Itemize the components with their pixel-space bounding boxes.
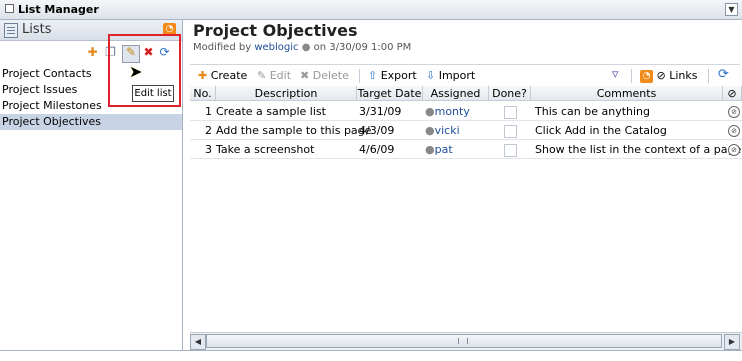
modified-prefix: Modified by <box>193 42 252 53</box>
divider <box>359 69 360 83</box>
column-header[interactable]: No. <box>190 86 216 101</box>
cell-description: Create a sample list <box>216 102 357 121</box>
link-icon[interactable]: ⊘ <box>728 106 740 118</box>
column-header[interactable]: Done? <box>489 86 531 101</box>
cell-no: 3 <box>190 140 216 159</box>
cell-assigned: ●vicki <box>423 121 489 140</box>
links-button[interactable]: ◔ ⊘ Links <box>640 69 697 83</box>
column-header[interactable]: Description <box>216 86 357 101</box>
divider <box>0 350 742 351</box>
assigned-link[interactable]: pat <box>435 143 453 156</box>
link-icon[interactable]: ⊘ <box>728 125 740 137</box>
link-icon[interactable]: ⊘ <box>728 144 740 156</box>
cell-target-date: 4/6/09 <box>357 140 423 159</box>
modified-user-link[interactable]: weblogic <box>254 42 298 53</box>
page-title: Project Objectives <box>193 21 358 40</box>
cursor-icon: ➤ <box>129 62 143 81</box>
rss-icon: ◔ <box>640 69 653 83</box>
refresh-icon[interactable]: ⟳ <box>718 67 729 82</box>
chevron-down-icon[interactable]: ▼ <box>725 3 738 16</box>
create-button[interactable]: ✚ Create <box>198 69 247 82</box>
toolbar: ✚ Create ✎ Edit ✖ Delete ⇧ Export ⇩ Impo… <box>190 64 740 87</box>
table-row[interactable]: 3 Take a screenshot 4/6/09 ●pat Show the… <box>190 140 742 159</box>
scroll-right-icon[interactable]: ▶ <box>724 334 740 350</box>
cell-description: Add the sample to this page <box>216 121 371 140</box>
export-label: Export <box>380 69 417 82</box>
portlet-title: List Manager <box>18 3 99 16</box>
export-button[interactable]: ⇧ Export <box>368 69 417 82</box>
import-button[interactable]: ⇩ Import <box>426 69 475 82</box>
link-icon: ⊘ <box>727 87 737 100</box>
cell-comments: This can be anything <box>531 102 723 121</box>
person-icon: ● <box>425 105 435 118</box>
cell-assigned: ●monty <box>423 102 489 121</box>
portlet-icon <box>5 4 14 13</box>
done-checkbox[interactable] <box>504 125 517 138</box>
horizontal-scrollbar[interactable]: ◀ ▶ <box>190 332 742 350</box>
scrollbar-thumb[interactable] <box>206 334 722 348</box>
person-icon: ● <box>425 124 435 137</box>
cell-no: 1 <box>190 102 216 121</box>
cell-comments: Show the list in the context of a page <box>531 140 741 159</box>
cell-comments: Click Add in the Catalog <box>531 121 723 140</box>
list-item-project-objectives[interactable]: Project Objectives <box>0 114 182 130</box>
divider <box>631 69 632 83</box>
delete-label: Delete <box>312 69 349 82</box>
edit-button[interactable]: ✎ Edit <box>257 69 291 82</box>
create-icon: ✚ <box>198 69 208 82</box>
assigned-link[interactable]: monty <box>435 105 470 118</box>
filter-icon[interactable]: ▿ <box>612 67 619 82</box>
cell-done <box>489 140 531 159</box>
column-header[interactable]: Comments <box>531 86 723 101</box>
column-header[interactable]: Assigned <box>423 86 489 101</box>
column-header[interactable]: Target Date <box>357 86 423 101</box>
tooltip: Edit list <box>132 85 174 102</box>
add-list-icon[interactable]: ✚ <box>86 46 99 59</box>
data-table: No. Description Target Date Assigned Don… <box>190 86 742 332</box>
pencil-icon: ✎ <box>257 69 267 82</box>
assigned-link[interactable]: vicki <box>435 124 460 137</box>
cell-link: ⊘ <box>723 102 742 121</box>
cell-no: 2 <box>190 121 216 140</box>
modified-info: Modified by weblogic ● on 3/30/09 1:00 P… <box>193 42 411 53</box>
divider <box>708 69 709 83</box>
list-icon <box>4 23 18 38</box>
cell-done <box>489 102 531 121</box>
lists-title: Lists <box>22 22 52 37</box>
edit-label: Edit <box>269 69 292 82</box>
cell-target-date: 4/3/09 <box>357 121 423 140</box>
cell-target-date: 3/31/09 <box>357 102 423 121</box>
scroll-left-icon[interactable]: ◀ <box>190 334 206 350</box>
cell-done <box>489 121 531 140</box>
cell-link: ⊘ <box>723 121 742 140</box>
delete-icon: ✖ <box>300 69 310 82</box>
done-checkbox[interactable] <box>504 106 517 119</box>
modified-date: on 3/30/09 1:00 PM <box>313 42 412 53</box>
person-icon: ● <box>301 42 311 53</box>
person-icon: ● <box>425 143 435 156</box>
table-row[interactable]: 1 Create a sample list 3/31/09 ●monty Th… <box>190 102 742 121</box>
delete-button[interactable]: ✖ Delete <box>300 69 349 82</box>
table-row[interactable]: 2 Add the sample to this page 4/3/09 ●vi… <box>190 121 742 140</box>
cell-description: Take a screenshot <box>216 140 357 159</box>
import-icon: ⇩ <box>426 69 436 82</box>
cell-link: ⊘ <box>723 140 742 159</box>
import-label: Import <box>438 69 476 82</box>
create-label: Create <box>210 69 248 82</box>
portlet-titlebar: List Manager ▼ <box>0 0 742 20</box>
export-icon: ⇧ <box>368 69 378 82</box>
link-column-header[interactable]: ⊘ <box>723 86 742 101</box>
links-label: Links <box>669 69 698 82</box>
done-checkbox[interactable] <box>504 144 517 157</box>
link-icon: ⊘ <box>656 69 666 82</box>
cell-assigned: ●pat <box>423 140 489 159</box>
